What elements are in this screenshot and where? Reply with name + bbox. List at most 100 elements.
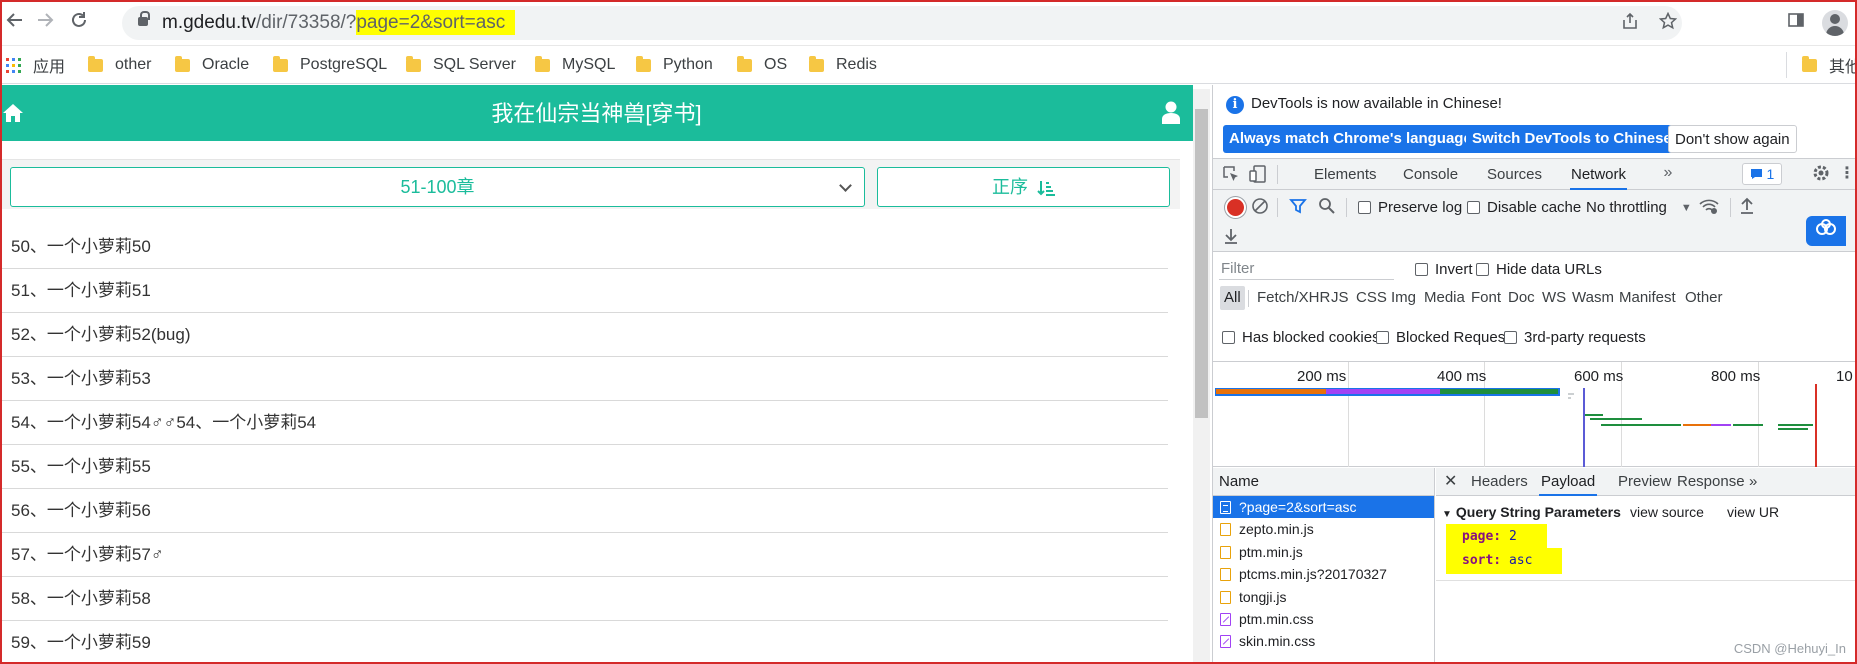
type-filter-font[interactable]: Font: [1467, 286, 1505, 310]
user-icon[interactable]: [1161, 101, 1181, 125]
tab-headers[interactable]: Headers: [1471, 468, 1528, 496]
clear-icon[interactable]: [1249, 197, 1271, 220]
bookmark-python[interactable]: Python: [636, 54, 713, 76]
chapter-link[interactable]: 56、一个小萝莉56: [0, 489, 1168, 533]
request-row[interactable]: ptm.min.css: [1213, 608, 1434, 630]
share-icon[interactable]: [1619, 12, 1641, 35]
checkbox-box[interactable]: [1358, 201, 1371, 214]
type-filter-img[interactable]: Img: [1387, 286, 1420, 310]
bookmark-star-icon[interactable]: [1657, 11, 1679, 35]
network-timeline-overview[interactable]: 200 ms 400 ms 600 ms 800 ms 10: [1213, 362, 1857, 467]
request-row[interactable]: ptcms.min.js?20170327: [1213, 563, 1434, 585]
bookmark-overflow[interactable]: 其他: [1802, 54, 1857, 76]
sort-order-button[interactable]: 正序: [877, 167, 1170, 207]
tab-response[interactable]: Response: [1677, 468, 1745, 496]
inspect-element-icon[interactable]: [1220, 165, 1242, 188]
checkbox-box[interactable]: [1415, 263, 1428, 276]
request-row[interactable]: tongji.js: [1213, 586, 1434, 608]
hide-data-urls-checkbox[interactable]: Hide data URLs: [1476, 261, 1602, 278]
type-filter-css[interactable]: CSS: [1352, 286, 1391, 310]
side-panel-icon[interactable]: [1783, 10, 1809, 36]
address-bar[interactable]: m.gdedu.tv/dir/73358/?page=2&sort=asc: [122, 6, 1682, 40]
request-row[interactable]: zepto.min.js: [1213, 518, 1434, 540]
back-button[interactable]: [2, 10, 28, 36]
forward-button[interactable]: [32, 10, 58, 36]
checkbox-box[interactable]: [1504, 331, 1517, 344]
url-text[interactable]: m.gdedu.tv/dir/73358/?page=2&sort=asc: [162, 10, 516, 35]
scrollbar-thumb[interactable]: [1195, 109, 1208, 418]
chapter-link[interactable]: 59、一个小萝莉59: [0, 621, 1168, 664]
type-filter-all[interactable]: All: [1220, 286, 1245, 310]
record-icon[interactable]: [1227, 199, 1244, 216]
type-filter-ws[interactable]: WS: [1538, 286, 1570, 310]
bookmark-sqlserver[interactable]: SQL Server: [406, 54, 516, 76]
checkbox-box[interactable]: [1476, 263, 1489, 276]
chapter-link[interactable]: 53、一个小萝莉53: [0, 357, 1168, 401]
disable-cache-checkbox[interactable]: Disable cache: [1467, 199, 1581, 216]
has-blocked-cookies-checkbox[interactable]: Has blocked cookies: [1222, 329, 1380, 346]
filter-icon[interactable]: [1287, 197, 1309, 220]
tab-console[interactable]: Console: [1403, 159, 1458, 190]
bookmark-oracle[interactable]: Oracle: [175, 54, 249, 76]
throttling-select[interactable]: No throttling ▼: [1586, 199, 1692, 216]
cloud-extension-icon[interactable]: [1806, 216, 1846, 246]
checkbox-box[interactable]: [1467, 201, 1480, 214]
network-conditions-wifi-icon[interactable]: [1698, 197, 1720, 220]
view-url-encoded-link[interactable]: view UR: [1727, 504, 1779, 520]
search-icon[interactable]: [1316, 197, 1338, 220]
tab-elements[interactable]: Elements: [1314, 159, 1377, 190]
more-tabs-chevron-icon[interactable]: »: [1749, 468, 1757, 496]
chapter-link[interactable]: 57、一个小萝莉57♂: [0, 533, 1168, 577]
name-column-header[interactable]: Name: [1213, 468, 1434, 496]
type-filter-manifest[interactable]: Manifest: [1615, 286, 1680, 310]
type-filter-fetch[interactable]: Fetch/XHR: [1253, 286, 1334, 310]
chapter-link[interactable]: 51、一个小萝莉51: [0, 269, 1168, 313]
request-row[interactable]: skin.min.css: [1213, 630, 1434, 652]
issues-badge[interactable]: 1: [1742, 163, 1782, 185]
chapter-link[interactable]: 55、一个小萝莉55: [0, 445, 1168, 489]
more-tabs-chevron-icon[interactable]: »: [1657, 164, 1679, 182]
type-filter-wasm[interactable]: Wasm: [1568, 286, 1618, 310]
tab-payload[interactable]: Payload: [1539, 468, 1598, 496]
reload-button[interactable]: [66, 10, 92, 36]
settings-gear-icon[interactable]: [1810, 164, 1832, 187]
switch-chinese-button[interactable]: Switch DevTools to Chinese: [1466, 125, 1678, 153]
third-party-requests-checkbox[interactable]: 3rd-party requests: [1504, 329, 1646, 346]
preserve-log-checkbox[interactable]: Preserve log: [1358, 199, 1462, 216]
tab-preview[interactable]: Preview: [1618, 468, 1671, 496]
chapter-link[interactable]: 50、一个小萝莉50: [0, 225, 1168, 269]
bookmark-mysql[interactable]: MySQL: [535, 54, 615, 76]
checkbox-box[interactable]: [1222, 331, 1235, 344]
chapter-range-select[interactable]: 51-100章: [10, 167, 865, 207]
checkbox-box[interactable]: [1376, 331, 1389, 344]
export-har-icon[interactable]: [1220, 227, 1242, 250]
kebab-menu-icon[interactable]: ⋮: [1836, 163, 1857, 183]
bookmark-apps[interactable]: 应用: [6, 54, 65, 76]
page-scrollbar[interactable]: [1193, 89, 1210, 664]
request-row[interactable]: ptm.min.js: [1213, 541, 1434, 563]
dont-show-again-button[interactable]: Don't show again: [1668, 125, 1797, 153]
tab-sources[interactable]: Sources: [1487, 159, 1542, 190]
type-filter-other[interactable]: Other: [1681, 286, 1727, 310]
filter-input[interactable]: Filter: [1219, 258, 1394, 280]
blocked-requests-checkbox[interactable]: Blocked Requests: [1376, 329, 1517, 346]
view-source-link[interactable]: view source: [1630, 504, 1704, 520]
bookmark-redis[interactable]: Redis: [809, 54, 877, 76]
type-filter-js[interactable]: JS: [1327, 286, 1353, 310]
bookmark-postgresql[interactable]: PostgreSQL: [273, 54, 387, 76]
request-row[interactable]: ?page=2&sort=asc: [1213, 496, 1434, 519]
import-har-icon[interactable]: [1736, 197, 1758, 220]
chapter-link[interactable]: 54、一个小萝莉54♂♂54、一个小萝莉54: [0, 401, 1168, 445]
device-toolbar-icon[interactable]: [1247, 165, 1269, 188]
bookmark-os[interactable]: OS: [737, 54, 787, 76]
chapter-link[interactable]: 58、一个小萝莉58: [0, 577, 1168, 621]
query-string-section-header[interactable]: ▼ Query String Parameters: [1442, 504, 1621, 520]
tab-network[interactable]: Network: [1570, 159, 1628, 190]
close-icon[interactable]: ✕: [1444, 468, 1457, 496]
type-filter-doc[interactable]: Doc: [1504, 286, 1539, 310]
match-language-button[interactable]: Always match Chrome's language: [1223, 125, 1478, 153]
bookmark-other[interactable]: other: [88, 54, 151, 76]
type-filter-media[interactable]: Media: [1420, 286, 1469, 310]
profile-avatar-icon[interactable]: [1822, 10, 1848, 36]
chapter-link[interactable]: 52、一个小萝莉52(bug): [0, 313, 1168, 357]
